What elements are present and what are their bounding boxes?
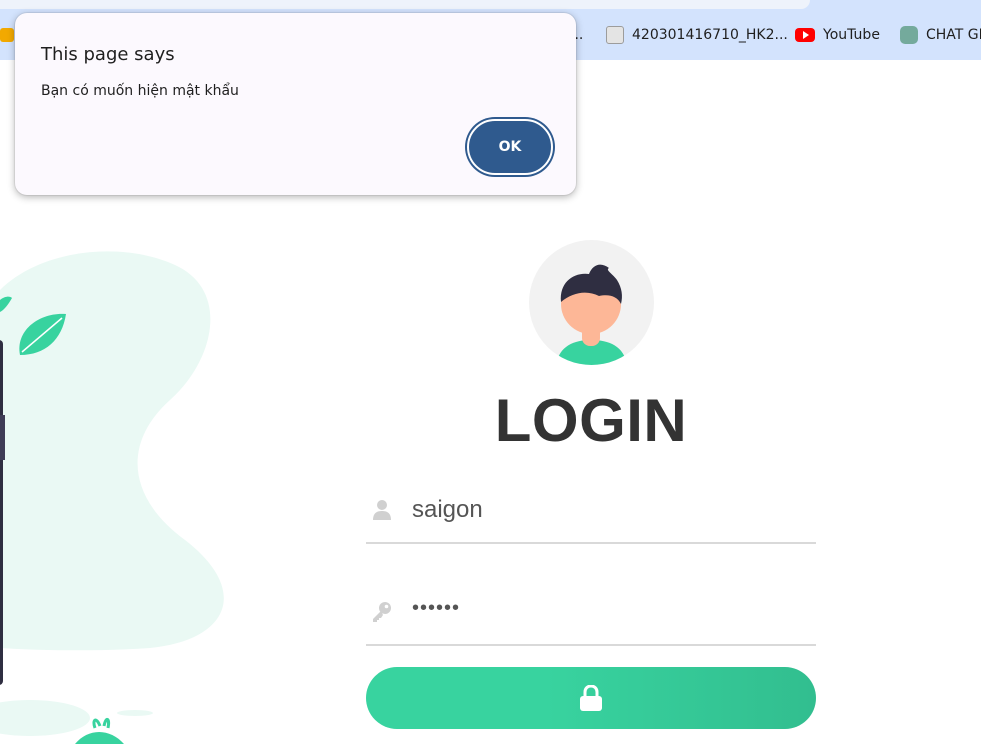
- ground-shadow: [0, 700, 90, 736]
- background-blob: [0, 251, 224, 651]
- bookmark-label: CHAT GPT: [926, 27, 981, 43]
- key-icon: [373, 602, 391, 622]
- phone-button: [0, 415, 5, 460]
- password-field[interactable]: ••••••: [366, 588, 816, 646]
- bookmark-label: 420301416710_HK2...: [632, 27, 788, 43]
- username-input[interactable]: saigon: [412, 496, 483, 524]
- lock-icon: [580, 685, 602, 711]
- ok-button[interactable]: OK: [467, 119, 553, 175]
- login-button[interactable]: [366, 667, 816, 729]
- bookmark-label: YouTube: [823, 27, 880, 43]
- avatar: [529, 240, 654, 365]
- username-field[interactable]: saigon: [366, 486, 816, 544]
- plant-sprouts: [92, 718, 110, 729]
- user-icon: [373, 500, 391, 520]
- chatgpt-icon: [900, 26, 918, 44]
- login-title: LOGIN: [494, 387, 688, 454]
- bookmark-item[interactable]: 420301416710_HK2...: [606, 20, 788, 50]
- document-icon: [606, 26, 624, 44]
- dialog-message: Bạn có muốn hiện mật khẩu: [41, 83, 239, 99]
- dialog-title: This page says: [41, 44, 175, 65]
- youtube-icon: [795, 28, 815, 42]
- alert-dialog: This page says Bạn có muốn hiện mật khẩu…: [15, 13, 576, 195]
- ground-shadow-small: [117, 710, 153, 716]
- bookmark-chatgpt[interactable]: CHAT GPT: [900, 20, 981, 50]
- phone-edge: [0, 340, 3, 685]
- bookmark-youtube[interactable]: YouTube: [795, 20, 880, 50]
- plant-icon: [75, 732, 124, 744]
- password-input[interactable]: ••••••: [412, 597, 460, 620]
